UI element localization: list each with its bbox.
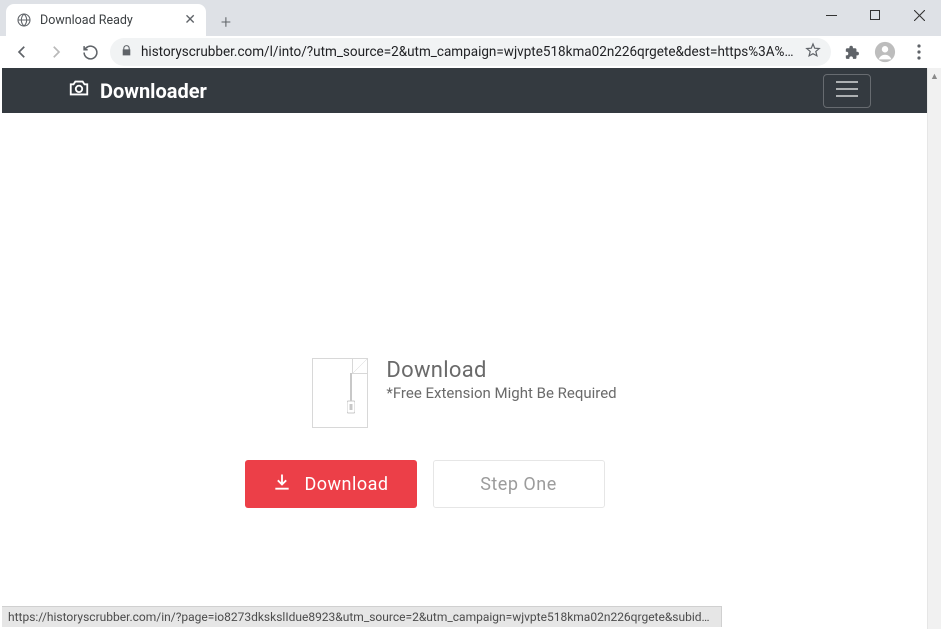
download-text-block: Download *Free Extension Might Be Requir… — [386, 358, 616, 402]
step-one-button[interactable]: Step One — [433, 460, 605, 508]
zip-file-icon — [312, 358, 368, 428]
close-window-button[interactable] — [897, 0, 941, 30]
browser-chrome: Download Ready ✕ + historyscrubber.com/l… — [0, 0, 941, 68]
browser-toolbar: historyscrubber.com/l/into/?utm_source=2… — [0, 36, 941, 68]
browser-tab[interactable]: Download Ready ✕ — [6, 4, 206, 36]
address-bar[interactable]: historyscrubber.com/l/into/?utm_source=2… — [110, 38, 831, 66]
hamburger-menu-button[interactable] — [823, 74, 871, 108]
hamburger-icon — [835, 80, 859, 102]
minimize-button[interactable] — [809, 0, 853, 30]
download-heading: Download — [386, 358, 616, 383]
download-icon — [272, 472, 292, 497]
tab-title: Download Ready — [40, 13, 176, 28]
download-subtext: *Free Extension Might Be Required — [386, 384, 616, 402]
url-text: historyscrubber.com/l/into/?utm_source=2… — [141, 44, 797, 60]
tab-strip: Download Ready ✕ + — [0, 0, 941, 36]
button-row: Download Step One — [245, 460, 605, 508]
globe-icon — [16, 12, 32, 28]
window-controls — [809, 0, 941, 30]
camera-icon — [68, 77, 90, 104]
main-content: Download *Free Extension Might Be Requir… — [2, 113, 927, 508]
forward-button[interactable] — [42, 38, 70, 66]
download-info-row: Download *Free Extension Might Be Requir… — [312, 358, 616, 428]
page-viewport: Downloader Download *Free Extension Migh… — [2, 68, 927, 629]
maximize-button[interactable] — [853, 0, 897, 30]
status-bar: https://historyscrubber.com/in/?page=io8… — [2, 606, 722, 627]
site-header: Downloader — [2, 68, 927, 113]
download-button[interactable]: Download — [245, 460, 417, 508]
lock-icon — [120, 44, 133, 61]
extensions-button[interactable] — [837, 38, 865, 66]
vertical-scrollbar[interactable]: ▲ — [927, 68, 941, 629]
back-button[interactable] — [8, 38, 36, 66]
site-brand[interactable]: Downloader — [68, 77, 207, 104]
profile-button[interactable] — [871, 38, 899, 66]
close-tab-icon[interactable]: ✕ — [184, 13, 196, 27]
scroll-up-arrow[interactable]: ▲ — [928, 68, 941, 84]
step-one-label: Step One — [480, 474, 557, 495]
brand-text: Downloader — [100, 79, 207, 103]
bookmark-star-icon[interactable] — [805, 42, 821, 62]
download-button-label: Download — [304, 474, 388, 495]
reload-button[interactable] — [76, 38, 104, 66]
browser-menu-button[interactable] — [905, 38, 933, 66]
new-tab-button[interactable]: + — [212, 8, 240, 36]
